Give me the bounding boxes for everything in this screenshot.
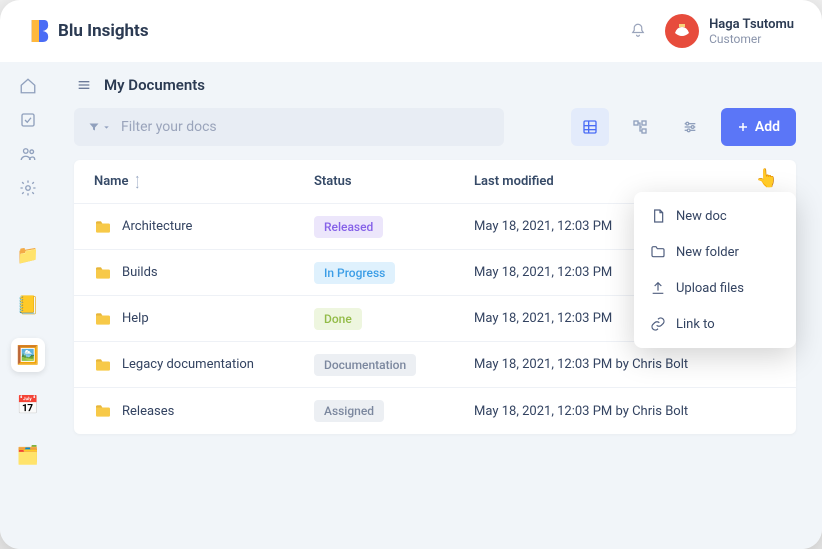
logo-icon	[28, 18, 50, 44]
folder-icon	[94, 220, 112, 234]
status-badge: Documentation	[314, 354, 416, 376]
plus-icon	[737, 121, 749, 133]
folder-icon	[94, 312, 112, 326]
status-badge: In Progress	[314, 262, 395, 284]
dropdown-item-link[interactable]: Link to	[634, 306, 796, 342]
nav-home-icon[interactable]	[18, 76, 38, 96]
filter-box[interactable]	[74, 108, 504, 146]
topbar-right: Haga Tsutomu Customer	[629, 14, 794, 48]
page-title: My Documents	[104, 76, 205, 94]
dropdown-item-label: New folder	[676, 245, 739, 260]
sort-icon: ↑↓	[134, 176, 140, 188]
row-name: Architecture	[122, 219, 192, 234]
row-name: Help	[122, 311, 149, 326]
dropdown-item-label: Link to	[676, 317, 715, 332]
status-badge: Done	[314, 308, 362, 330]
folder-icon	[94, 404, 112, 418]
view-grid-button[interactable]	[571, 108, 609, 146]
notifications-icon[interactable]	[629, 22, 647, 40]
main: My Documents Add	[56, 62, 822, 549]
dropdown-item-label: Upload files	[676, 281, 744, 296]
brand-block[interactable]: Blu Insights	[28, 18, 149, 44]
menu-icon[interactable]	[76, 77, 92, 93]
topbar: Blu Insights Haga Tsutomu Customer	[0, 0, 822, 62]
workspace-thumb-5[interactable]: 🗂️	[11, 438, 45, 472]
brand-text: Blu Insights	[58, 21, 149, 41]
filter-input[interactable]	[121, 119, 490, 135]
workspace-thumb-3[interactable]: 🖼️	[11, 338, 45, 372]
view-tree-button[interactable]	[621, 108, 659, 146]
row-name: Legacy documentation	[122, 357, 254, 372]
table-row[interactable]: Releases Assigned May 18, 2021, 12:03 PM…	[74, 388, 796, 434]
dropdown-item-doc[interactable]: New doc	[634, 198, 796, 234]
th-name[interactable]: Name↑↓	[74, 174, 294, 189]
toolbar: Add	[64, 108, 796, 146]
row-modified: May 18, 2021, 12:03 PM by Chris Bolt	[454, 357, 796, 372]
body: 📁 📒 🖼️ 📅 🗂️ My Documents	[0, 62, 822, 549]
dropdown-item-label: New doc	[676, 209, 727, 224]
workspace-thumb-1[interactable]: 📁	[11, 238, 45, 272]
add-button[interactable]: Add	[721, 108, 796, 146]
dropdown-item-folder[interactable]: New folder	[634, 234, 796, 270]
app-window: Blu Insights Haga Tsutomu Customer	[0, 0, 822, 549]
nav-settings-icon[interactable]	[18, 178, 38, 198]
status-badge: Released	[314, 216, 383, 238]
th-modified[interactable]: Last modified	[454, 174, 796, 189]
table-row[interactable]: Legacy documentation Documentation May 1…	[74, 342, 796, 388]
user-name: Haga Tsutomu	[709, 17, 794, 32]
row-name: Releases	[122, 404, 174, 419]
row-modified: May 18, 2021, 12:03 PM by Chris Bolt	[454, 404, 796, 419]
avatar	[665, 14, 699, 48]
view-settings-button[interactable]	[671, 108, 709, 146]
add-button-label: Add	[755, 119, 780, 135]
th-status[interactable]: Status	[294, 174, 454, 189]
workspace-thumb-4[interactable]: 📅	[11, 388, 45, 422]
folder-icon	[94, 266, 112, 280]
folder-icon	[94, 358, 112, 372]
sidebar: 📁 📒 🖼️ 📅 🗂️	[0, 62, 56, 549]
dropdown-item-upload[interactable]: Upload files	[634, 270, 796, 306]
workspace-thumb-2[interactable]: 📒	[11, 288, 45, 322]
user-role: Customer	[709, 32, 794, 46]
nav-people-icon[interactable]	[18, 144, 38, 164]
status-badge: Assigned	[314, 400, 384, 422]
add-dropdown: New doc New folder Upload files Link to	[634, 192, 796, 348]
row-name: Builds	[122, 265, 158, 280]
page-header: My Documents	[64, 76, 796, 94]
nav-tasks-icon[interactable]	[18, 110, 38, 130]
user-menu[interactable]: Haga Tsutomu Customer	[665, 14, 794, 48]
filter-icon	[88, 121, 111, 133]
